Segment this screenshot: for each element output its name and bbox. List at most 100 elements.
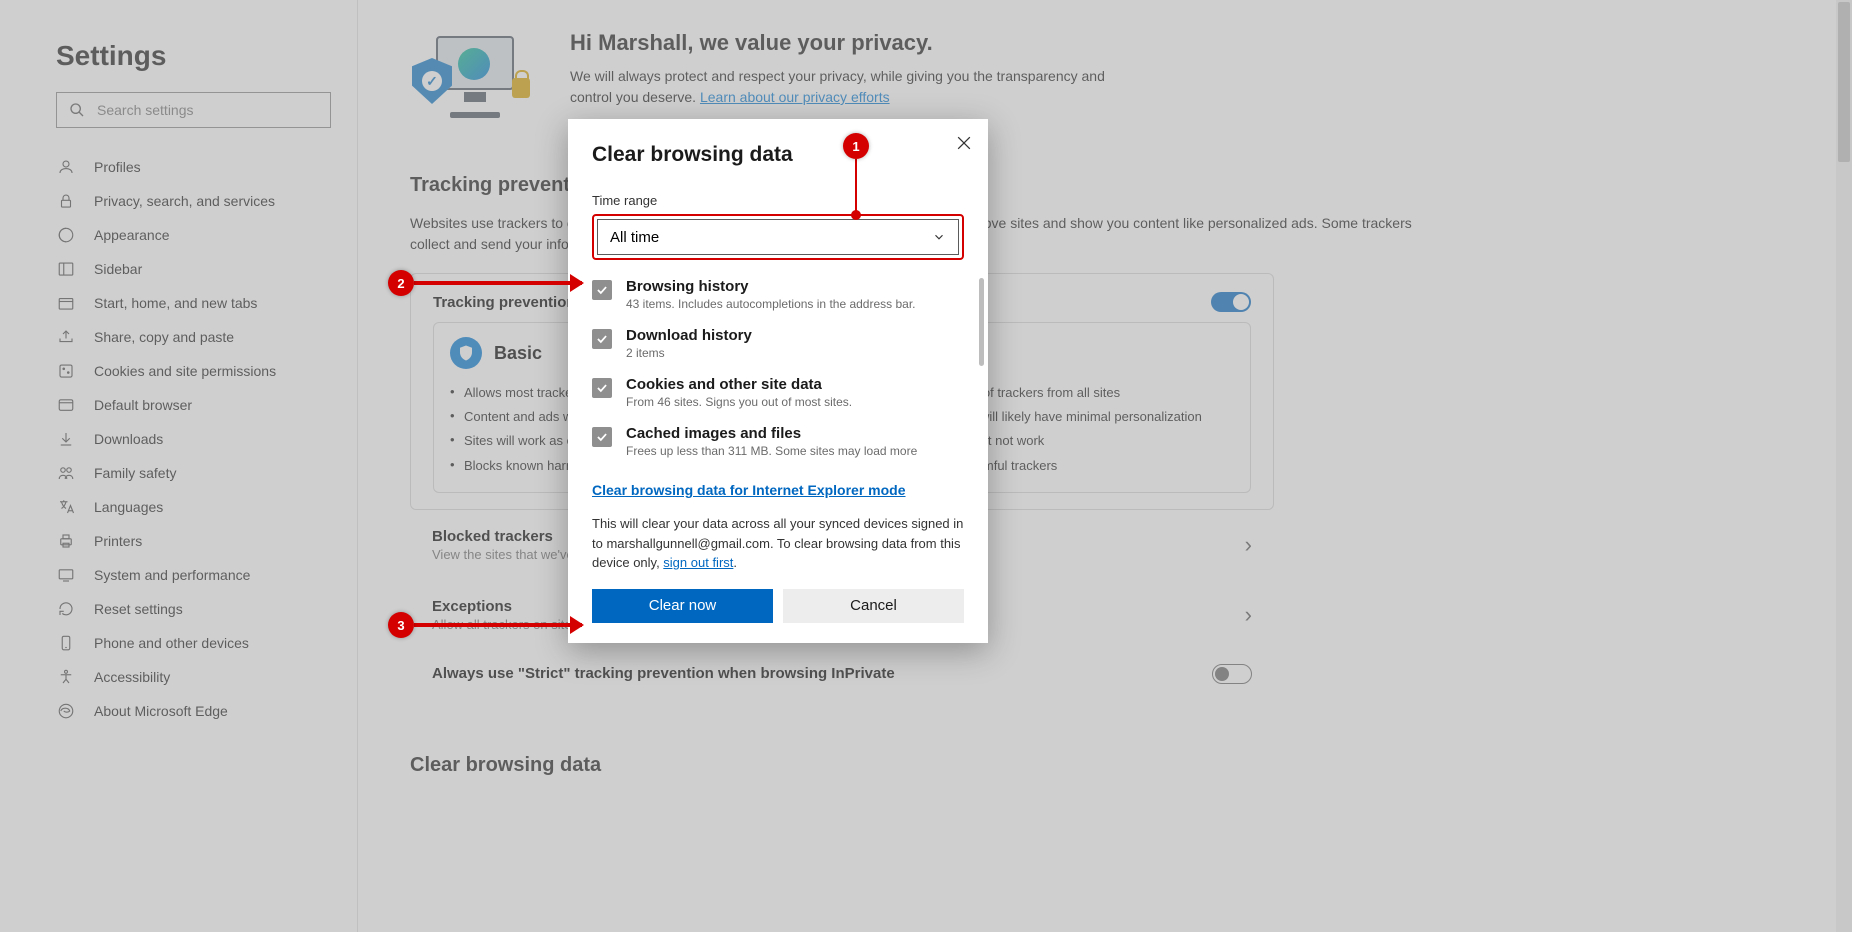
time-range-select[interactable]: All time: [597, 219, 959, 255]
tracking-prevention-toggle[interactable]: [1211, 292, 1251, 312]
nav-label: Privacy, search, and services: [94, 193, 275, 209]
sync-note: This will clear your data across all you…: [568, 514, 988, 573]
sign-out-link[interactable]: sign out first: [663, 555, 733, 570]
checkbox-icon: [592, 427, 612, 447]
tracking-toggle-label: Tracking prevention: [433, 294, 576, 311]
download-icon: [56, 429, 76, 449]
time-range-label: Time range: [568, 193, 988, 208]
family-icon: [56, 463, 76, 483]
nav-label: System and performance: [94, 567, 250, 583]
strict-inprivate-label: Always use "Strict" tracking prevention …: [432, 665, 895, 682]
search-input[interactable]: [97, 102, 318, 118]
option-title: Cookies and other site data: [626, 376, 852, 393]
annotation-marker-2: 2: [388, 270, 414, 296]
nav-appearance[interactable]: Appearance: [56, 218, 357, 252]
nav-label: Languages: [94, 499, 163, 515]
nav-label: Downloads: [94, 431, 163, 447]
nav-downloads[interactable]: Downloads: [56, 422, 357, 456]
options-scrollbar[interactable]: [979, 278, 984, 366]
option-title: Browsing history: [626, 278, 916, 295]
nav-printers[interactable]: Printers: [56, 524, 357, 558]
option-title: Cached images and files: [626, 425, 917, 442]
annotation-marker-3: 3: [388, 612, 414, 638]
hero-body: We will always protect and respect your …: [570, 66, 1130, 108]
nav-start[interactable]: Start, home, and new tabs: [56, 286, 357, 320]
option-sub: Frees up less than 311 MB. Some sites ma…: [626, 444, 917, 458]
nav-sidebar[interactable]: Sidebar: [56, 252, 357, 286]
annotation-arrow-3: [414, 623, 582, 627]
cancel-button[interactable]: Cancel: [783, 589, 964, 623]
strict-inprivate-toggle[interactable]: [1212, 664, 1252, 684]
nav-reset[interactable]: Reset settings: [56, 592, 357, 626]
printer-icon: [56, 531, 76, 551]
cookies-checkbox[interactable]: Cookies and other site dataFrom 46 sites…: [592, 376, 964, 409]
nav-system[interactable]: System and performance: [56, 558, 357, 592]
checkbox-icon: [592, 280, 612, 300]
nav-label: Sidebar: [94, 261, 142, 277]
cookies-icon: [56, 361, 76, 381]
phone-icon: [56, 633, 76, 653]
nav-cookies[interactable]: Cookies and site permissions: [56, 354, 357, 388]
nav-default-browser[interactable]: Default browser: [56, 388, 357, 422]
nav-label: Printers: [94, 533, 142, 549]
strict-inprivate-row: Always use "Strict" tracking prevention …: [410, 650, 1274, 698]
reset-icon: [56, 599, 76, 619]
search-settings[interactable]: [56, 92, 331, 128]
annotation-marker-1: 1: [843, 133, 869, 159]
clear-browsing-heading: Clear browsing data: [410, 754, 1440, 777]
close-icon: [954, 133, 974, 153]
language-icon: [56, 497, 76, 517]
nav-accessibility[interactable]: Accessibility: [56, 660, 357, 694]
close-button[interactable]: [954, 133, 974, 153]
page-scrollbar-thumb[interactable]: [1838, 2, 1850, 162]
option-sub: 2 items: [626, 346, 752, 360]
nav-about[interactable]: About Microsoft Edge: [56, 694, 357, 728]
ie-mode-link[interactable]: Clear browsing data for Internet Explore…: [592, 482, 906, 498]
nav-label: Reset settings: [94, 601, 183, 617]
annotation-arrow-2: [414, 281, 582, 285]
nav-profiles[interactable]: Profiles: [56, 150, 357, 184]
option-sub: 43 items. Includes autocompletions in th…: [626, 297, 916, 311]
nav-label: Start, home, and new tabs: [94, 295, 257, 311]
annotation-dot-1: [851, 210, 861, 220]
nav-label: Cookies and site permissions: [94, 363, 276, 379]
clear-browsing-data-dialog: Clear browsing data Time range All time …: [568, 119, 988, 643]
edge-icon: [56, 701, 76, 721]
dialog-title: Clear browsing data: [568, 143, 988, 167]
tabs-icon: [56, 293, 76, 313]
nav-label: Default browser: [94, 397, 192, 413]
time-range-value: All time: [610, 229, 659, 246]
option-title: Download history: [626, 327, 752, 344]
nav-label: Family safety: [94, 465, 176, 481]
browser-icon: [56, 395, 76, 415]
search-icon: [69, 102, 85, 118]
nav-languages[interactable]: Languages: [56, 490, 357, 524]
nav-label: About Microsoft Edge: [94, 703, 228, 719]
profile-icon: [56, 157, 76, 177]
settings-nav: Profiles Privacy, search, and services A…: [56, 150, 357, 728]
nav-phone[interactable]: Phone and other devices: [56, 626, 357, 660]
cached-images-checkbox[interactable]: Cached images and files Frees up less tha…: [592, 425, 964, 458]
divider: [357, 0, 358, 932]
accessibility-icon: [56, 667, 76, 687]
nav-share[interactable]: Share, copy and paste: [56, 320, 357, 354]
clear-now-button[interactable]: Clear now: [592, 589, 773, 623]
nav-label: Share, copy and paste: [94, 329, 234, 345]
chevron-down-icon: [932, 230, 946, 244]
nav-label: Appearance: [94, 227, 170, 243]
chevron-right-icon: ›: [1245, 532, 1252, 558]
lock-icon: [56, 191, 76, 211]
nav-label: Accessibility: [94, 669, 170, 685]
settings-title: Settings: [56, 40, 357, 72]
privacy-efforts-link[interactable]: Learn about our privacy efforts: [700, 89, 890, 105]
basic-title: Basic: [494, 343, 542, 364]
download-history-checkbox[interactable]: Download history 2 items: [592, 327, 964, 360]
page-scrollbar-track[interactable]: [1836, 0, 1852, 932]
nav-label: Profiles: [94, 159, 141, 175]
browsing-history-checkbox[interactable]: Browsing history 43 items. Includes autoc…: [592, 278, 964, 311]
clear-data-options: Browsing history 43 items. Includes autoc…: [568, 278, 988, 474]
share-icon: [56, 327, 76, 347]
nav-privacy[interactable]: Privacy, search, and services: [56, 184, 357, 218]
time-range-highlight: All time: [592, 214, 964, 260]
nav-family[interactable]: Family safety: [56, 456, 357, 490]
